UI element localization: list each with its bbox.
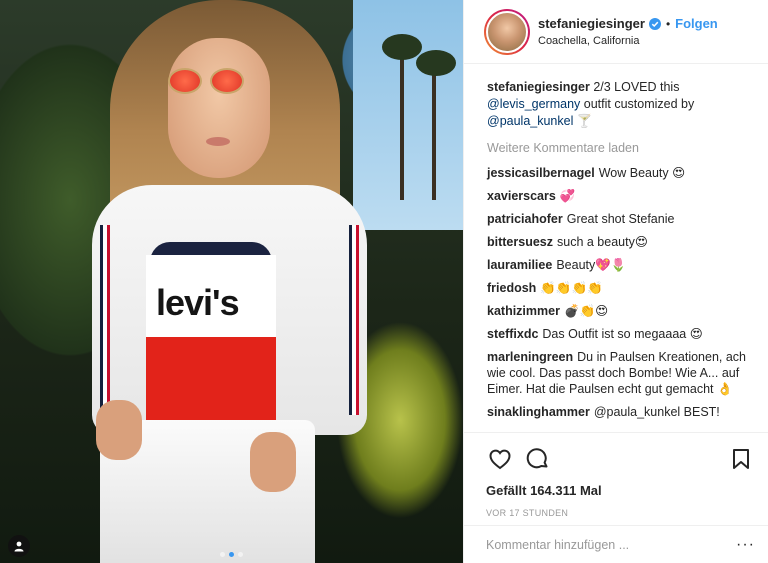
comment-text: 👏👏👏👏 — [540, 281, 603, 295]
save-button[interactable] — [727, 445, 755, 473]
comment-text: such a beauty😍 — [557, 235, 648, 249]
comment-username[interactable]: friedosh — [487, 281, 536, 295]
photo-lips — [206, 137, 230, 146]
heart-icon — [489, 449, 511, 470]
photo-jacket-stripe — [349, 225, 359, 415]
comment-username[interactable]: jessicasilbernagel — [487, 166, 595, 180]
caption-mention-link[interactable]: @paula_kunkel — [487, 114, 573, 128]
comment-item: steffixdc Das Outfit ist so megaaaa 😍 — [487, 326, 758, 342]
user-tag-icon[interactable] — [8, 535, 30, 557]
comment-item: jessicasilbernagel Wow Beauty 😍 — [487, 165, 758, 181]
post-location-link[interactable]: Coachella, California — [538, 35, 718, 47]
comment-text: @paula_kunkel BEST! — [593, 405, 720, 419]
comment-input[interactable] — [486, 537, 737, 552]
like-button[interactable] — [486, 445, 514, 473]
add-comment-bar: ··· — [464, 525, 768, 563]
carousel-dot — [238, 552, 243, 557]
post-timestamp[interactable]: VOR 17 STUNDEN — [486, 508, 755, 518]
comment-item: sinaklinghammer @paula_kunkel BEST! — [487, 404, 758, 420]
post-author-username[interactable]: stefaniegiesinger — [538, 16, 645, 31]
post-photo[interactable]: levi's — [0, 0, 463, 563]
comment-item: patriciahofer Great shot Stefanie — [487, 211, 758, 227]
likes-count[interactable]: Gefällt 164.311 Mal — [486, 483, 755, 498]
bookmark-icon — [733, 449, 749, 469]
comment-username[interactable]: patriciahofer — [487, 212, 563, 226]
comment-text: 💞 — [559, 189, 576, 203]
carousel-dot — [220, 552, 225, 557]
separator-dot: • — [665, 16, 671, 31]
comment-item: friedosh 👏👏👏👏 — [487, 280, 758, 296]
avatar[interactable] — [484, 8, 530, 55]
photo-face — [168, 38, 270, 178]
verified-badge-icon — [648, 17, 661, 30]
comment-username[interactable]: kathizimmer — [487, 304, 560, 318]
post-header: stefaniegiesinger • Folgen Coachella, Ca… — [464, 0, 768, 64]
comment-item: kathizimmer 💣👏😍 — [487, 303, 758, 319]
comment-username[interactable]: sinaklinghammer — [487, 405, 590, 419]
caption-mention-link[interactable]: @levis_germany — [487, 97, 580, 111]
caption-text: outfit customized by — [583, 97, 695, 111]
post-details-panel: stefaniegiesinger • Folgen Coachella, Ca… — [463, 0, 768, 563]
post-header-row: stefaniegiesinger • Folgen — [538, 16, 718, 31]
photo-hand-right — [250, 432, 296, 492]
comment-item: bittersuesz such a beauty😍 — [487, 234, 758, 250]
photo-palm-trunk — [400, 40, 404, 200]
photo-palm-top — [382, 34, 422, 60]
comment-text: Das Outfit ist so megaaaa 😍 — [542, 327, 703, 341]
comment-username[interactable]: bittersuesz — [487, 235, 553, 249]
photo-shirt-logo: levi's — [156, 282, 240, 323]
carousel-indicator — [220, 552, 243, 557]
comment-username[interactable]: marleningreen — [487, 350, 573, 364]
photo-shirt-bottom — [146, 337, 276, 427]
comment-text: 💣👏😍 — [563, 304, 609, 318]
photo-sunglasses-left — [168, 68, 202, 94]
comment-username[interactable]: steffixdc — [487, 327, 538, 341]
comment-text: Wow Beauty 😍 — [598, 166, 686, 180]
more-options-button[interactable]: ··· — [736, 536, 755, 554]
carousel-dot-active — [229, 552, 234, 557]
post-header-text: stefaniegiesinger • Folgen Coachella, Ca… — [538, 16, 718, 47]
load-more-comments-button[interactable]: Weitere Kommentare laden — [487, 140, 758, 156]
post-actions: Gefällt 164.311 Mal VOR 17 STUNDEN — [464, 432, 768, 518]
photo-palm-trunk — [432, 60, 436, 200]
comment-icon — [526, 448, 548, 469]
caption-text: 2/3 LOVED this — [593, 80, 680, 94]
caption-username[interactable]: stefaniegiesinger — [487, 80, 590, 94]
comment-text: Beauty💖🌷 — [556, 258, 627, 272]
comment-text: Great shot Stefanie — [566, 212, 675, 226]
comment-username[interactable]: laurami­liee — [487, 258, 552, 272]
comment-username[interactable]: xavierscars — [487, 189, 556, 203]
comments-list[interactable]: stefaniegiesinger 2/3 LOVED this @levis_… — [464, 64, 768, 441]
comment-item: xavierscars 💞 — [487, 188, 758, 204]
photo-sunglasses-right — [210, 68, 244, 94]
comment-item: laurami­liee Beauty💖🌷 — [487, 257, 758, 273]
action-buttons-row — [486, 445, 755, 473]
caption-emoji: 🍸 — [576, 114, 593, 128]
photo-jacket-stripe — [100, 225, 110, 415]
comment-item: marleningreen Du in Paulsen Kreationen, a… — [487, 349, 758, 397]
post-caption: stefaniegiesinger 2/3 LOVED this @levis_… — [487, 79, 758, 130]
photo-hand-left — [96, 400, 142, 460]
follow-button[interactable]: Folgen — [675, 16, 718, 31]
avatar-image — [486, 10, 528, 53]
comment-button[interactable] — [524, 445, 552, 473]
photo-palm-top — [416, 50, 456, 76]
